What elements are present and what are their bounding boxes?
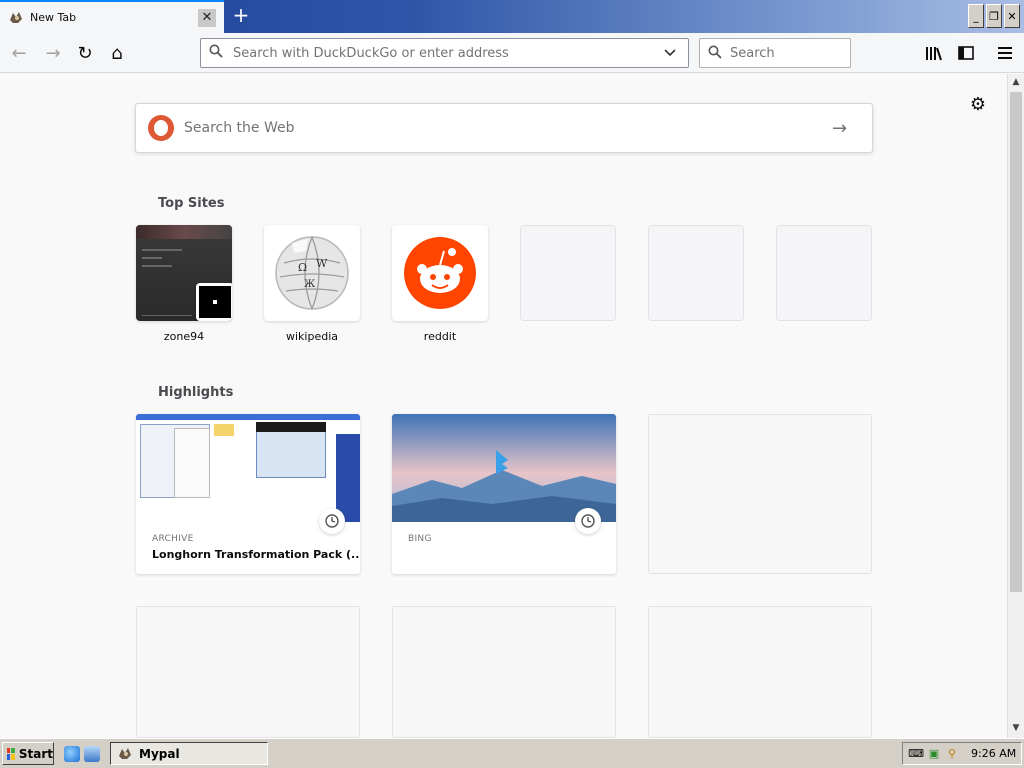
start-label: Start: [18, 746, 53, 761]
library-icon[interactable]: [922, 41, 946, 65]
scroll-down-icon[interactable]: ▼: [1008, 720, 1024, 736]
mypal-icon: [119, 747, 131, 759]
new-tab-button[interactable]: +: [230, 5, 252, 27]
highlight-title: Longhorn Transformation Pack (...: [152, 548, 360, 561]
top-site-label: reddit: [423, 330, 457, 343]
close-tab-icon[interactable]: ✕: [198, 8, 216, 27]
top-site-empty[interactable]: [776, 225, 872, 321]
archive-thumbnail: [136, 414, 360, 522]
window-controls: _ ❐ ✕: [968, 4, 1020, 28]
title-bar: New Tab ✕ + _ ❐ ✕: [0, 0, 1024, 33]
forward-button[interactable]: →: [40, 41, 66, 65]
mypal-icon: [10, 11, 22, 23]
chevron-down-icon[interactable]: [664, 46, 688, 60]
address-bar[interactable]: Search with DuckDuckGo or enter address: [200, 38, 689, 68]
highlight-card-empty: [648, 606, 872, 738]
highlight-card-archive[interactable]: ARCHIVE Longhorn Transformation Pack (..…: [136, 414, 360, 574]
search-bar[interactable]: Search: [699, 38, 851, 68]
zone94-icon: [196, 283, 232, 321]
tab-title: New Tab: [30, 11, 77, 24]
clock-icon: [575, 508, 601, 534]
top-sites-title: Top Sites: [158, 196, 225, 211]
top-site-wikipedia[interactable]: Ω W Ж: [264, 225, 360, 321]
top-site-empty[interactable]: [648, 225, 744, 321]
keyboard-icon[interactable]: ⌨: [908, 747, 924, 761]
home-button[interactable]: ⌂: [104, 41, 130, 65]
taskbar: Start Mypal ⌨ ▣ ⚲ 9:26 AM: [0, 738, 1024, 768]
search-tray-icon[interactable]: ⚲: [945, 747, 959, 761]
reddit-icon: [404, 237, 476, 309]
internet-explorer-icon[interactable]: [64, 746, 80, 762]
clock-time: 9:26 AM: [971, 747, 1017, 760]
top-site-label: wikipedia: [285, 330, 338, 343]
search-icon: [209, 44, 227, 62]
show-desktop-icon[interactable]: [84, 746, 100, 762]
top-site-zone94[interactable]: [136, 225, 232, 321]
svg-text:Ж: Ж: [304, 279, 316, 290]
sidebar-icon[interactable]: [954, 41, 978, 65]
top-site-reddit[interactable]: [392, 225, 488, 321]
search-icon: [708, 45, 722, 62]
highlights-title: Highlights: [158, 385, 234, 400]
duckduckgo-icon: [148, 115, 174, 141]
arrow-right-icon[interactable]: →: [832, 118, 872, 139]
system-tray: ⌨ ▣ ⚲ 9:26 AM: [902, 742, 1022, 765]
top-site-empty[interactable]: [520, 225, 616, 321]
windows-flag-icon: [7, 747, 15, 760]
clock-icon: [319, 508, 345, 534]
taskbar-item-mypal[interactable]: Mypal: [110, 742, 268, 765]
web-search-placeholder: Search the Web: [184, 120, 295, 136]
highlight-source: BING: [408, 534, 432, 544]
back-button[interactable]: ←: [6, 41, 32, 65]
reload-button[interactable]: ↻: [72, 41, 98, 65]
tab-new-tab[interactable]: New Tab ✕: [0, 0, 224, 33]
highlight-card-empty: [648, 414, 872, 574]
highlight-card-empty: [392, 606, 616, 738]
navigation-toolbar: ← → ↻ ⌂ Search with DuckDuckGo or enter …: [0, 33, 1024, 73]
scroll-up-icon[interactable]: ▲: [1008, 74, 1024, 90]
menu-icon[interactable]: [993, 41, 1017, 65]
minimize-button[interactable]: _: [968, 4, 984, 28]
highlight-card-empty: [136, 606, 360, 738]
search-placeholder: Search: [730, 45, 775, 61]
svg-text:Ω: Ω: [298, 261, 307, 274]
gear-icon[interactable]: ⚙: [968, 94, 988, 115]
web-search-box[interactable]: Search the Web →: [135, 103, 873, 153]
top-site-label: zone94: [163, 330, 205, 343]
close-window-button[interactable]: ✕: [1004, 4, 1020, 28]
highlight-card-bing[interactable]: BING: [392, 414, 616, 574]
highlight-source: ARCHIVE: [152, 534, 194, 544]
network-icon[interactable]: ▣: [927, 747, 941, 761]
address-placeholder: Search with DuckDuckGo or enter address: [233, 45, 509, 61]
start-button[interactable]: Start: [2, 742, 54, 765]
scroll-thumb[interactable]: [1010, 92, 1022, 592]
new-tab-page: ⚙ Search the Web → Top Sites zone94 Ω W …: [0, 74, 1007, 738]
vertical-scrollbar[interactable]: ▲ ▼: [1007, 74, 1024, 738]
wikipedia-globe-icon: Ω W Ж: [275, 236, 349, 310]
taskbar-item-label: Mypal: [139, 746, 180, 761]
bing-thumbnail: [392, 414, 616, 522]
restore-button[interactable]: ❐: [986, 4, 1002, 28]
svg-text:W: W: [316, 257, 328, 270]
